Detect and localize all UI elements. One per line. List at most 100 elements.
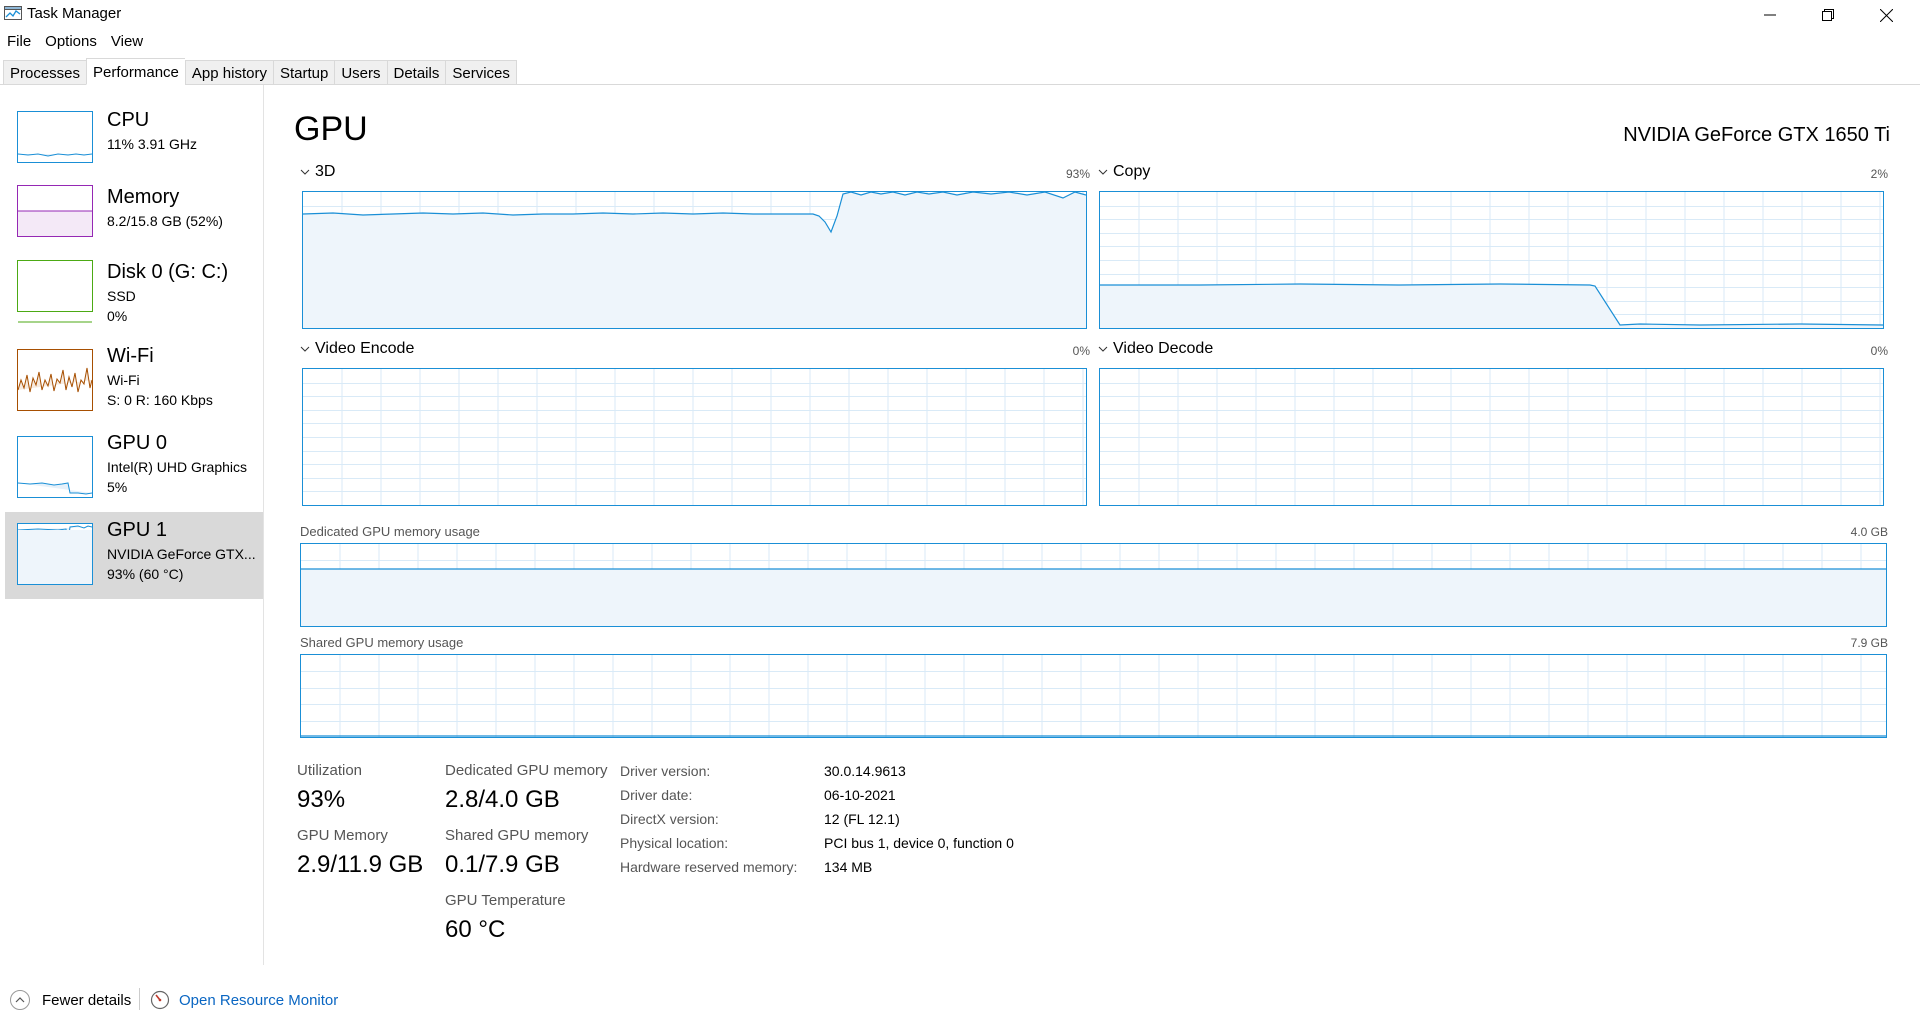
sidebar-gpu1-model: NVIDIA GeForce GTX... — [107, 546, 256, 562]
minimize-icon — [1764, 14, 1776, 16]
cpu-thumbnail-graph — [17, 111, 93, 163]
footer-divider — [139, 988, 140, 1010]
gpu-temperature-label: GPU Temperature — [445, 892, 566, 909]
sidebar-item-gpu1[interactable]: GPU 1 NVIDIA GeForce GTX... 93% (60 °C) — [5, 512, 263, 599]
title-bar: Task Manager — [0, 0, 1920, 30]
graph-encode-label: Video Encode — [315, 340, 415, 357]
graph-3d-label-row[interactable]: 3D — [300, 163, 335, 181]
performance-sidebar: CPU 11% 3.91 GHz Memory 8.2/15.8 GB (52%… — [0, 85, 264, 965]
chevron-up-icon — [10, 990, 30, 1010]
hardware-reserved-value: 134 MB — [824, 859, 873, 875]
shared-memory-label: Shared GPU memory — [445, 827, 589, 844]
menu-bar: File Options View — [0, 30, 150, 54]
graph-grid — [1100, 369, 1883, 505]
resource-monitor-icon — [150, 990, 170, 1010]
sidebar-item-disk[interactable]: Disk 0 (G: C:) SSD 0% — [5, 257, 263, 344]
graph-dedicated-max: 4.0 GB — [1850, 525, 1888, 539]
graph-copy-label: Copy — [1113, 163, 1151, 180]
window-title: Task Manager — [27, 5, 122, 22]
restore-button[interactable] — [1799, 0, 1857, 30]
sidebar-memory-detail: 8.2/15.8 GB (52%) — [107, 213, 223, 229]
hardware-reserved-label: Hardware reserved memory: — [620, 859, 798, 875]
directx-version-label: DirectX version: — [620, 811, 719, 827]
chevron-down-icon — [1098, 346, 1108, 352]
memory-thumbnail-graph — [17, 185, 93, 237]
tab-app-history[interactable]: App history — [184, 60, 273, 85]
close-button[interactable] — [1857, 0, 1915, 30]
driver-date-label: Driver date: — [620, 787, 693, 803]
graph-decode-label-row[interactable]: Video Decode — [1098, 340, 1213, 358]
task-manager-icon — [4, 6, 22, 22]
graph-shared-memory — [300, 654, 1887, 738]
graph-3d-max: 93% — [1065, 167, 1090, 181]
graph-video-encode — [302, 368, 1087, 506]
chevron-down-icon — [1098, 169, 1108, 175]
close-icon — [1879, 8, 1893, 22]
graph-grid — [303, 369, 1086, 505]
graph-encode-label-row[interactable]: Video Encode — [300, 340, 414, 358]
sidebar-cpu-detail: 11% 3.91 GHz — [107, 136, 198, 152]
sidebar-disk-type: SSD — [107, 288, 136, 304]
graph-video-decode — [1099, 368, 1884, 506]
tab-processes[interactable]: Processes — [3, 60, 87, 85]
page-title: GPU — [294, 110, 368, 148]
sidebar-item-wifi[interactable]: Wi-Fi Wi-Fi S: 0 R: 160 Kbps — [5, 343, 263, 430]
graph-encode-max: 0% — [1072, 344, 1090, 358]
gpu-memory-value: 2.9/11.9 GB — [297, 851, 424, 878]
sidebar-wifi-speed: S: 0 R: 160 Kbps — [107, 392, 213, 408]
disk-thumbnail-graph — [17, 260, 93, 323]
gpu-memory-label: GPU Memory — [297, 827, 388, 844]
graph-decode-max: 0% — [1870, 344, 1888, 358]
driver-version-value: 30.0.14.9613 — [824, 763, 906, 779]
tab-strip: Processes Performance App history Startu… — [3, 58, 517, 85]
graph-copy-max: 2% — [1870, 167, 1888, 181]
physical-location-label: Physical location: — [620, 835, 729, 851]
driver-date-value: 06-10-2021 — [824, 787, 896, 803]
fewer-details-button[interactable]: Fewer details — [10, 990, 131, 1010]
shared-memory-value: 0.1/7.9 GB — [445, 851, 560, 878]
gpu0-thumbnail-graph — [17, 436, 93, 498]
sidebar-item-gpu0[interactable]: GPU 0 Intel(R) UHD Graphics 5% — [5, 430, 263, 517]
graph-copy — [1099, 191, 1884, 329]
minimize-button[interactable] — [1741, 0, 1799, 30]
directx-version-value: 12 (FL 12.1) — [824, 811, 900, 827]
menu-view[interactable]: View — [104, 30, 150, 54]
chevron-down-icon — [300, 346, 310, 352]
graph-shared-max: 7.9 GB — [1850, 636, 1888, 650]
gpu1-thumbnail-graph — [17, 523, 93, 585]
gpu-temperature-value: 60 °C — [445, 916, 506, 943]
dedicated-memory-value: 2.8/4.0 GB — [445, 786, 560, 813]
tab-details[interactable]: Details — [386, 60, 446, 85]
gpu-device-name: NVIDIA GeForce GTX 1650 Ti — [1623, 124, 1890, 146]
tab-performance[interactable]: Performance — [86, 58, 185, 85]
menu-file[interactable]: File — [0, 30, 38, 54]
physical-location-value: PCI bus 1, device 0, function 0 — [824, 835, 1014, 851]
graph-decode-label: Video Decode — [1113, 340, 1214, 357]
utilization-label: Utilization — [297, 762, 363, 779]
fewer-details-label: Fewer details — [42, 991, 132, 1009]
graph-dedicated-label: Dedicated GPU memory usage — [300, 524, 480, 539]
sidebar-item-cpu[interactable]: CPU 11% 3.91 GHz — [5, 95, 263, 182]
sidebar-disk-title: Disk 0 (G: C:) — [107, 261, 229, 283]
utilization-value: 93% — [297, 786, 346, 813]
graph-copy-label-row[interactable]: Copy — [1098, 163, 1150, 181]
sidebar-wifi-name: Wi-Fi — [107, 372, 140, 388]
tab-services[interactable]: Services — [445, 60, 517, 85]
sidebar-item-memory[interactable]: Memory 8.2/15.8 GB (52%) — [5, 182, 263, 269]
sidebar-gpu0-title: GPU 0 — [107, 432, 168, 454]
open-resource-monitor-link[interactable]: Open Resource Monitor — [150, 990, 338, 1010]
sidebar-cpu-title: CPU — [107, 109, 150, 131]
menu-options[interactable]: Options — [38, 30, 104, 54]
graph-shared-label: Shared GPU memory usage — [300, 635, 464, 650]
tab-users[interactable]: Users — [334, 60, 387, 85]
sidebar-disk-usage: 0% — [107, 308, 128, 324]
sidebar-gpu0-model: Intel(R) UHD Graphics — [107, 459, 248, 475]
wifi-thumbnail-graph — [17, 349, 93, 411]
tab-startup[interactable]: Startup — [272, 60, 335, 85]
sidebar-gpu0-usage: 5% — [107, 479, 128, 495]
restore-icon — [1822, 9, 1834, 21]
sidebar-wifi-title: Wi-Fi — [107, 345, 154, 367]
sidebar-memory-title: Memory — [107, 186, 180, 208]
chevron-down-icon — [300, 169, 310, 175]
graph-3d-label: 3D — [315, 163, 336, 180]
